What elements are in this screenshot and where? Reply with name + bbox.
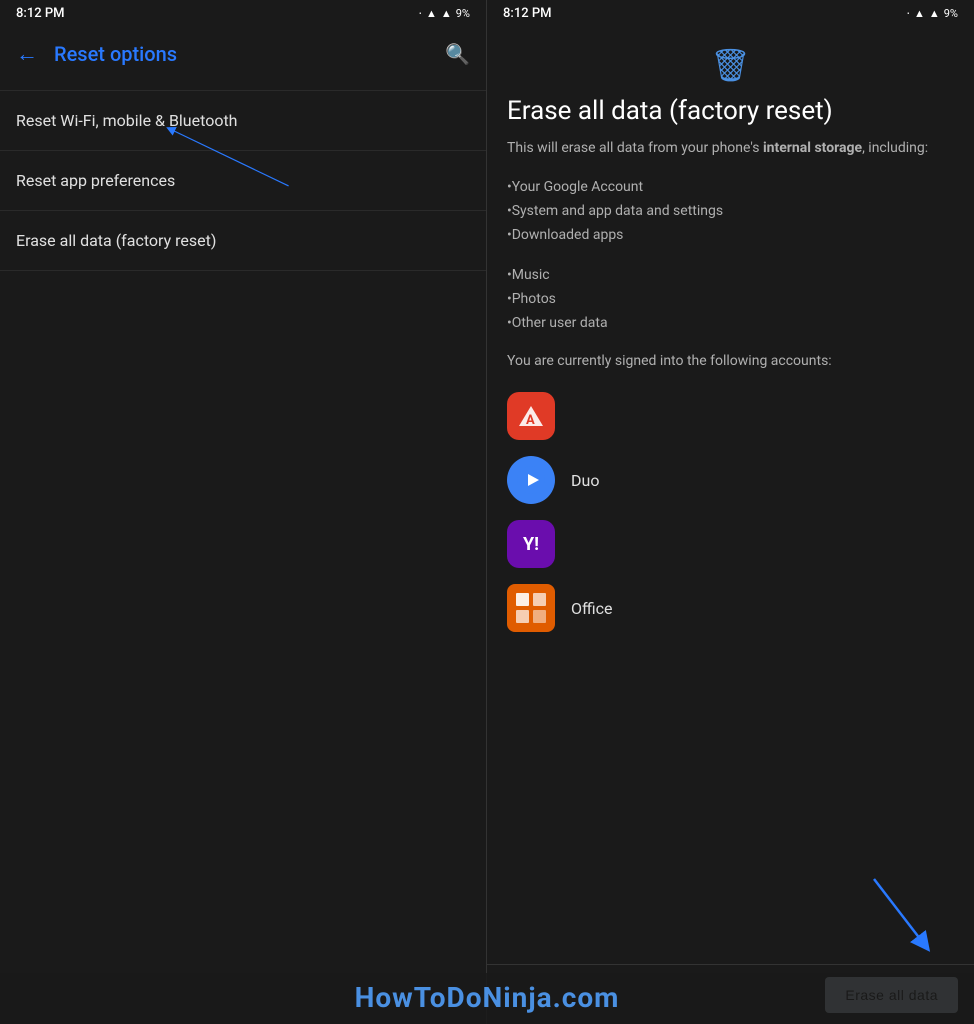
account-row-office: Office (507, 576, 954, 640)
erase-items-list: •Your Google Account •System and app dat… (507, 175, 954, 335)
svg-text:A: A (526, 413, 535, 428)
reset-wifi-label: Reset Wi-Fi, mobile & Bluetooth (16, 111, 237, 130)
left-status-time: 8:12 PM (16, 6, 65, 21)
erase-item-3: •Music (507, 263, 954, 287)
right-battery-text: 9% (944, 7, 958, 20)
account-row-duo: Duo (507, 448, 954, 512)
search-icon[interactable]: 🔍 (445, 42, 470, 66)
trash-icon-container: 🗑 (507, 46, 954, 84)
page-title: Reset options (54, 42, 445, 66)
left-status-icons: ⋅ ▲ ▲ 9% (418, 7, 470, 20)
erase-item-1: •System and app data and settings (507, 199, 954, 223)
menu-item-reset-apps[interactable]: Reset app preferences (0, 151, 486, 211)
account-row-adobe: A (507, 384, 954, 448)
watermark-text: HowToDoNinja.com (355, 981, 620, 1014)
office-account-label: Office (571, 599, 613, 618)
accounts-text: You are currently signed into the follow… (507, 351, 954, 372)
menu-item-reset-wifi[interactable]: Reset Wi-Fi, mobile & Bluetooth (0, 90, 486, 151)
desc-prefix: This will erase all data from your phone… (507, 140, 763, 156)
desc-bold: internal storage (763, 140, 862, 156)
yahoo-account-icon: Y! (507, 520, 555, 568)
right-panel: 8:12 PM ⋅ ▲ ▲ 9% 🗑 Erase all data (facto… (487, 0, 974, 1024)
bluetooth-icon: ⋅ (418, 7, 422, 20)
left-header: ← Reset options 🔍 (0, 26, 486, 82)
wifi-icon: ▲ (426, 7, 437, 20)
erase-item-2: •Downloaded apps (507, 223, 954, 247)
erase-description: This will erase all data from your phone… (507, 138, 954, 159)
right-signal-icon: ▲ (929, 7, 940, 20)
factory-reset-label: Erase all data (factory reset) (16, 231, 216, 250)
office-account-icon (507, 584, 555, 632)
back-button[interactable]: ← (16, 41, 38, 67)
right-content-scroll[interactable]: 🗑 Erase all data (factory reset) This wi… (487, 26, 974, 1024)
erase-item-5: •Other user data (507, 311, 954, 335)
erase-title: Erase all data (factory reset) (507, 96, 954, 126)
erase-item-4: •Photos (507, 287, 954, 311)
right-bluetooth-icon: ⋅ (906, 7, 910, 20)
desc-suffix: , including: (862, 140, 928, 156)
battery-text: 9% (456, 7, 470, 20)
adobe-account-icon: A (507, 392, 555, 440)
duo-account-icon (507, 456, 555, 504)
right-status-icons: ⋅ ▲ ▲ 9% (906, 7, 958, 20)
left-status-bar: 8:12 PM ⋅ ▲ ▲ 9% (0, 0, 486, 26)
watermark: HowToDoNinja.com (0, 973, 974, 1024)
left-panel: 8:12 PM ⋅ ▲ ▲ 9% ← Reset options 🔍 Reset… (0, 0, 487, 1024)
right-status-time: 8:12 PM (503, 6, 552, 21)
duo-account-label: Duo (571, 471, 599, 490)
signal-icon: ▲ (441, 7, 452, 20)
reset-apps-label: Reset app preferences (16, 171, 175, 190)
right-wifi-icon: ▲ (914, 7, 925, 20)
account-row-yahoo: Y! (507, 512, 954, 576)
menu-item-factory-reset[interactable]: Erase all data (factory reset) (0, 211, 486, 271)
menu-list: Reset Wi-Fi, mobile & Bluetooth Reset ap… (0, 82, 486, 271)
trash-icon: 🗑 (710, 46, 751, 84)
erase-item-0: •Your Google Account (507, 175, 954, 199)
right-status-bar: 8:12 PM ⋅ ▲ ▲ 9% (487, 0, 974, 26)
